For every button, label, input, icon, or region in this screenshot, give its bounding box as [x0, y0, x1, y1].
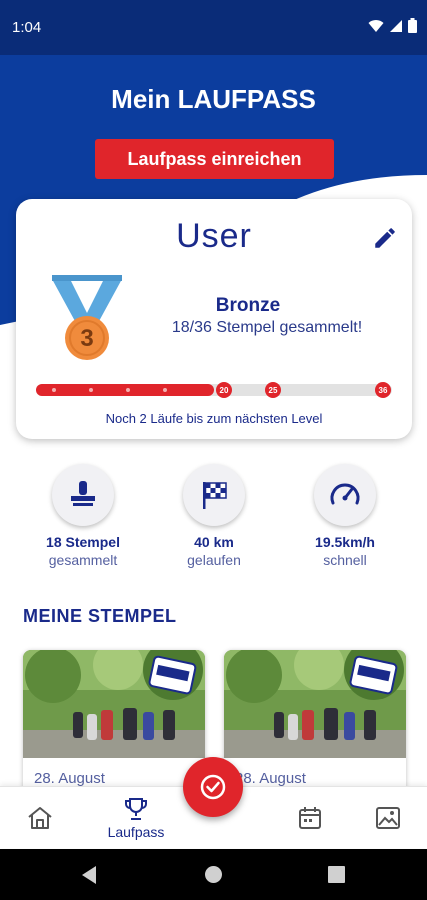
progress-dot	[52, 388, 56, 392]
nav-gallery[interactable]	[362, 787, 414, 849]
submit-laufpass-button[interactable]: Laufpass einreichen	[95, 139, 334, 179]
milestone-20: 20	[216, 382, 232, 398]
progress-note: Noch 2 Läufe bis zum nächsten Level	[105, 411, 323, 426]
edit-pencil-icon[interactable]	[372, 225, 398, 251]
stat-speed-value: 19.5km/h	[315, 534, 375, 550]
stamp-icon-circle	[52, 464, 114, 526]
progress-dot	[163, 388, 167, 392]
stamp-card[interactable]: 28. August	[23, 650, 205, 800]
cell-signal-icon	[390, 19, 402, 32]
nav-calendar[interactable]	[284, 787, 336, 849]
wifi-icon	[368, 19, 384, 32]
check-in-fab[interactable]	[183, 757, 243, 817]
system-navigation-bar	[0, 849, 427, 900]
stamp-date: 28. August	[235, 770, 306, 787]
milestone-25: 25	[265, 382, 281, 398]
progress-dot	[89, 388, 93, 392]
image-icon	[376, 807, 400, 829]
stamps-progress-text: 18/36 Stempel gesammelt!	[171, 319, 363, 336]
svg-text:20: 20	[220, 386, 229, 395]
stat-distance-label: gelaufen	[187, 552, 241, 568]
medal-number: 3	[80, 325, 93, 352]
progress-dot	[126, 388, 130, 392]
stat-stamps-label: gesammelt	[48, 552, 118, 568]
status-time: 1:04	[12, 19, 42, 36]
stat-distance-value: 40 km	[194, 534, 234, 550]
svg-text:36: 36	[379, 386, 388, 395]
stamps-section-title: MEINE STEMPEL	[23, 606, 177, 626]
level-progress-bar: 20 25 36	[36, 382, 392, 398]
stamp-photo-image	[224, 650, 406, 758]
status-bar: 1:04	[0, 0, 427, 55]
stamp-card[interactable]: 28. August	[224, 650, 406, 800]
profile-card: User 3 Bronze 18/36 Stempel gesammelt! 2…	[16, 199, 412, 439]
stat-distance: 40 km gelaufen	[149, 464, 279, 568]
calendar-icon	[299, 807, 321, 829]
stat-stamps: 18 Stempel gesammelt	[18, 464, 148, 568]
nav-home[interactable]	[14, 787, 66, 849]
checkered-flag-icon	[203, 482, 227, 509]
speedometer-icon	[330, 483, 360, 505]
recents-icon[interactable]	[328, 866, 345, 883]
back-icon[interactable]	[80, 865, 98, 885]
stamp-date: 28. August	[34, 770, 105, 787]
svg-text:25: 25	[269, 386, 278, 395]
stat-stamps-value: 18 Stempel	[46, 534, 120, 550]
check-circle-icon	[200, 774, 226, 800]
page-title: Mein LAUFPASS	[111, 84, 316, 114]
stamp-icon	[71, 481, 95, 506]
home-icon	[28, 807, 52, 829]
speed-icon-circle	[314, 464, 376, 526]
stamp-photo-image	[23, 650, 205, 758]
flag-icon-circle	[183, 464, 245, 526]
status-icons	[368, 18, 417, 33]
milestone-36: 36	[375, 382, 391, 398]
stat-speed: 19.5km/h schnell	[280, 464, 410, 568]
level-name: Bronze	[215, 295, 281, 316]
battery-icon	[408, 18, 417, 33]
trophy-icon	[125, 798, 147, 820]
nav-laufpass-label: Laufpass	[107, 824, 165, 840]
bronze-medal-icon: 3	[52, 275, 122, 360]
user-name: User	[176, 217, 252, 255]
home-circle-icon[interactable]	[204, 865, 223, 884]
nav-laufpass[interactable]: Laufpass	[96, 787, 176, 849]
stat-speed-label: schnell	[323, 552, 367, 568]
